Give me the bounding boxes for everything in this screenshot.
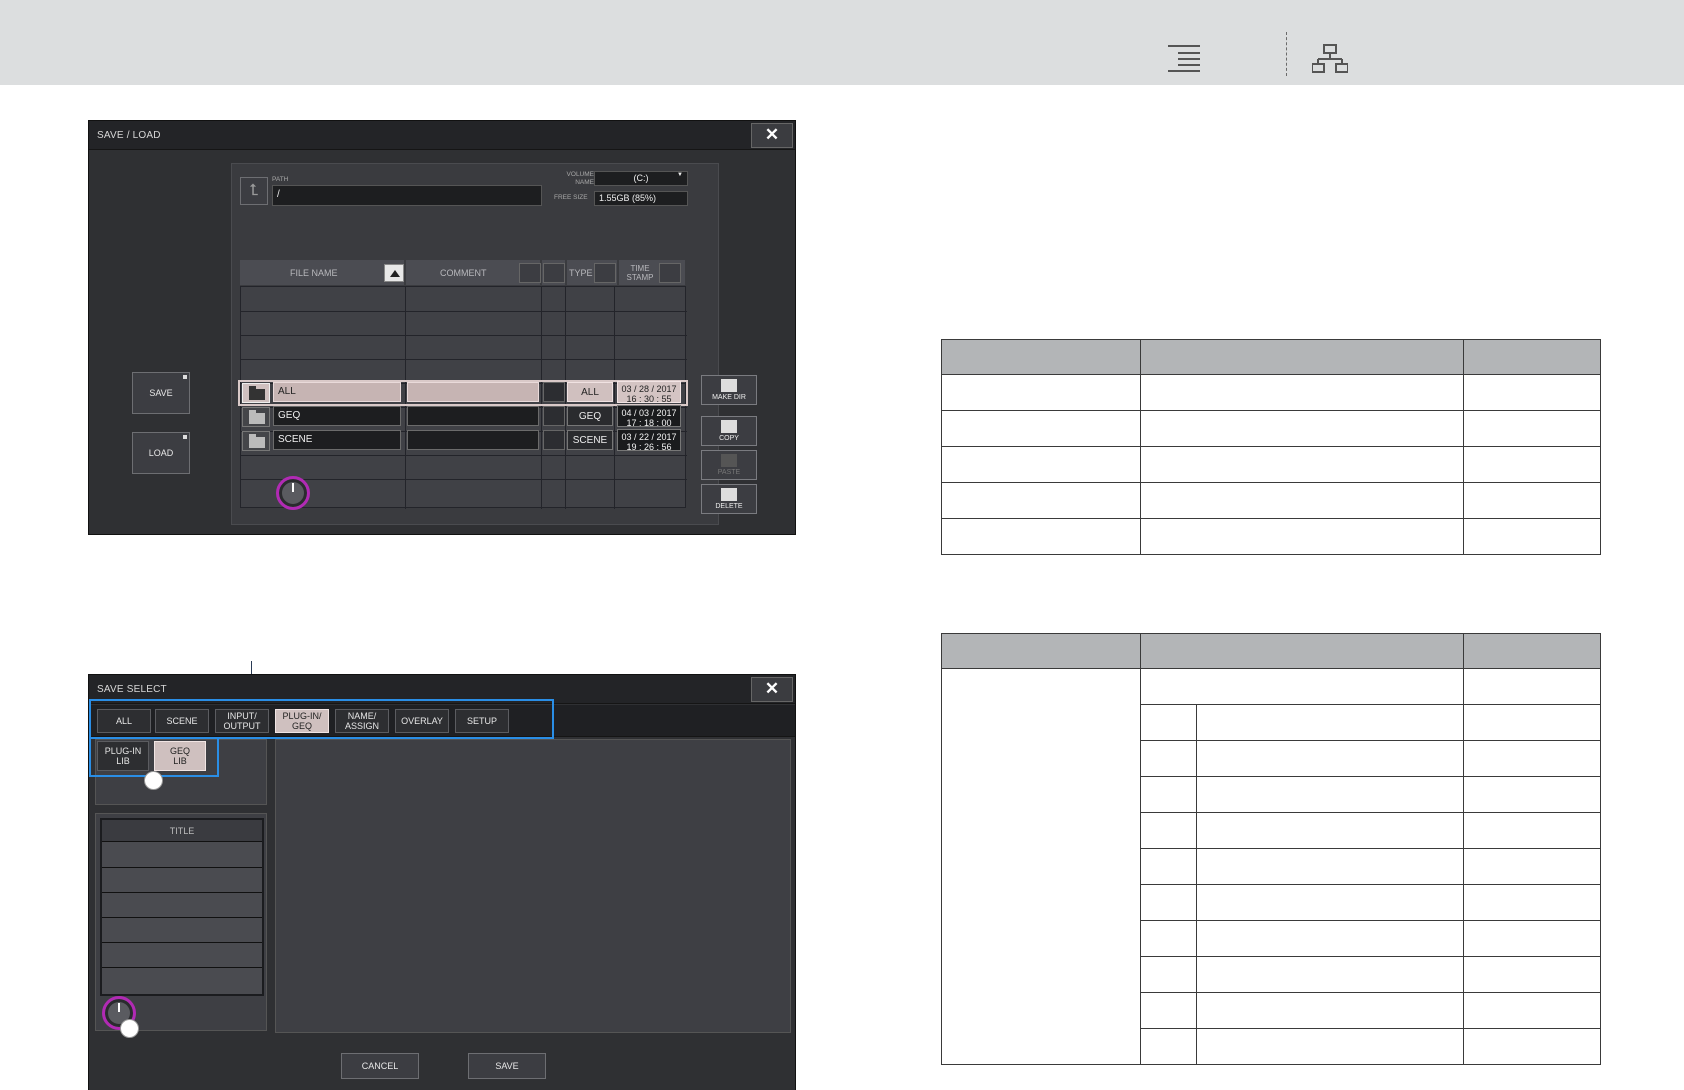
date-text: 03 / 28 / 2017 <box>621 384 677 394</box>
paste-icon <box>721 454 737 467</box>
table-row <box>941 482 1601 519</box>
page-header <box>0 0 1684 85</box>
folder-plus-icon <box>721 379 737 392</box>
time-text: 16 : 30 : 55 <box>626 394 672 404</box>
table-row <box>941 374 1601 411</box>
comment-cell[interactable] <box>407 430 539 450</box>
date-text: 03 / 22 / 2017 <box>621 432 677 442</box>
table-header-row <box>941 339 1601 375</box>
save-select-dialog: SAVE SELECT ✕ ALL SCENE INPUT/ OUTPUT PLUG-… <box>88 674 796 1090</box>
file-name-cell[interactable]: SCENE <box>273 430 401 450</box>
file-name-header[interactable]: FILE NAME <box>240 260 404 285</box>
row-divider <box>241 335 687 336</box>
free-size-label: FREE SIZE <box>554 194 588 201</box>
time-text: 19 : 26 : 56 <box>626 442 672 452</box>
comment-cell[interactable] <box>407 406 539 426</box>
content-panel <box>275 739 791 1033</box>
row-divider <box>241 311 687 312</box>
callout-marker-1 <box>144 771 163 790</box>
folder-icon <box>242 383 270 403</box>
dropdown-icon: ▼ <box>677 172 683 178</box>
protect-toggle[interactable] <box>543 406 565 426</box>
dialog-title: SAVE / LOAD <box>97 130 161 141</box>
table-row <box>941 518 1601 555</box>
time-stamp-cell: 03 / 28 / 2017 16 : 30 : 55 <box>617 381 681 404</box>
path-label: PATH <box>272 176 289 183</box>
comment-sort-box[interactable] <box>519 263 541 283</box>
list-panel: TITLE <box>95 813 267 1031</box>
path-field[interactable]: / <box>272 185 542 206</box>
file-row[interactable]: SCENE SCENE 03 / 22 / 2017 19 : 26 : 56 <box>240 429 686 452</box>
load-button[interactable]: LOAD <box>132 432 190 474</box>
cancel-button[interactable]: CANCEL <box>341 1053 419 1079</box>
paste-button[interactable]: PASTE <box>701 450 757 480</box>
volume-label: VOLUME NAME <box>566 171 594 186</box>
scroll-knob-icon[interactable] <box>276 476 310 510</box>
protect-sort-box[interactable] <box>543 263 565 283</box>
sort-ascending-icon[interactable] <box>384 264 404 282</box>
copy-button[interactable]: COPY <box>701 416 757 446</box>
callout-marker-2 <box>120 1019 139 1038</box>
delete-button[interactable]: DELETE <box>701 484 757 514</box>
table-row <box>941 668 1601 1065</box>
volume-select[interactable]: (C:) ▼ <box>594 171 688 186</box>
date-text: 04 / 03 / 2017 <box>621 408 677 418</box>
title-list[interactable]: TITLE <box>100 818 264 996</box>
free-size-value: 1.55GB (85%) <box>594 191 688 206</box>
dialog-title-bar: SAVE / LOAD ✕ <box>89 121 795 150</box>
title-header: TITLE <box>102 820 262 842</box>
save-load-dialog: SAVE / LOAD ✕ SAVE LOAD ⮤ PATH / VOLUME N… <box>88 120 796 535</box>
comment-cell[interactable] <box>407 382 539 402</box>
geq-lib-tab[interactable]: GEQ LIB <box>154 741 206 771</box>
make-dir-button[interactable]: MAKE DIR <box>701 375 757 405</box>
save-button[interactable]: SAVE <box>132 372 190 414</box>
list-row-divider <box>102 967 262 968</box>
list-row-divider <box>102 942 262 943</box>
reference-table-1 <box>941 339 1601 555</box>
protect-toggle[interactable] <box>543 430 565 450</box>
protect-toggle[interactable] <box>543 382 565 402</box>
file-row[interactable]: GEQ GEQ 04 / 03 / 2017 17 : 18 : 00 <box>240 405 686 428</box>
tab-highlight-box <box>89 699 554 739</box>
trash-icon <box>721 488 737 501</box>
close-button[interactable]: ✕ <box>751 677 793 702</box>
type-sort-box[interactable] <box>594 263 616 283</box>
row-divider <box>241 359 687 360</box>
type-cell: ALL <box>567 382 613 402</box>
table-row <box>941 446 1601 483</box>
toc-icon[interactable] <box>1168 44 1202 72</box>
type-cell: GEQ <box>567 406 613 426</box>
copy-icon <box>721 420 737 433</box>
file-name-cell[interactable]: ALL <box>273 382 401 402</box>
time-stamp-cell: 04 / 03 / 2017 17 : 18 : 00 <box>617 405 681 428</box>
time-text: 17 : 18 : 00 <box>626 418 672 428</box>
table-header-row <box>941 633 1601 669</box>
row-divider <box>241 455 687 456</box>
list-row-divider <box>102 867 262 868</box>
time-stamp-cell: 03 / 22 / 2017 19 : 26 : 56 <box>617 429 681 452</box>
folder-shape <box>249 386 265 400</box>
save-button[interactable]: SAVE <box>468 1053 546 1079</box>
header-divider <box>1286 32 1287 76</box>
reference-table-2 <box>941 633 1601 1065</box>
close-button[interactable]: ✕ <box>751 123 793 148</box>
table-row <box>941 410 1601 447</box>
plugin-lib-tab[interactable]: PLUG-IN LIB <box>97 741 149 771</box>
type-cell: SCENE <box>567 430 613 450</box>
list-row-divider <box>102 917 262 918</box>
list-row-divider <box>102 892 262 893</box>
sitemap-icon[interactable] <box>1312 44 1348 74</box>
file-browser: ⮤ PATH / VOLUME NAME (C:) ▼ FREE SIZE 1.5… <box>231 163 719 525</box>
folder-icon <box>242 407 270 427</box>
file-name-cell[interactable]: GEQ <box>273 406 401 426</box>
time-sort-box[interactable] <box>659 263 681 283</box>
folder-shape <box>249 434 265 448</box>
file-row[interactable]: ALL ALL 03 / 28 / 2017 16 : 30 : 55 <box>238 380 688 406</box>
row-divider <box>241 479 687 480</box>
folder-shape <box>249 410 265 424</box>
folder-icon <box>242 431 270 451</box>
parent-dir-button[interactable]: ⮤ <box>240 177 268 205</box>
dialog-title: SAVE SELECT <box>97 684 167 695</box>
time-stamp-label: TIME STAMP <box>626 263 654 282</box>
